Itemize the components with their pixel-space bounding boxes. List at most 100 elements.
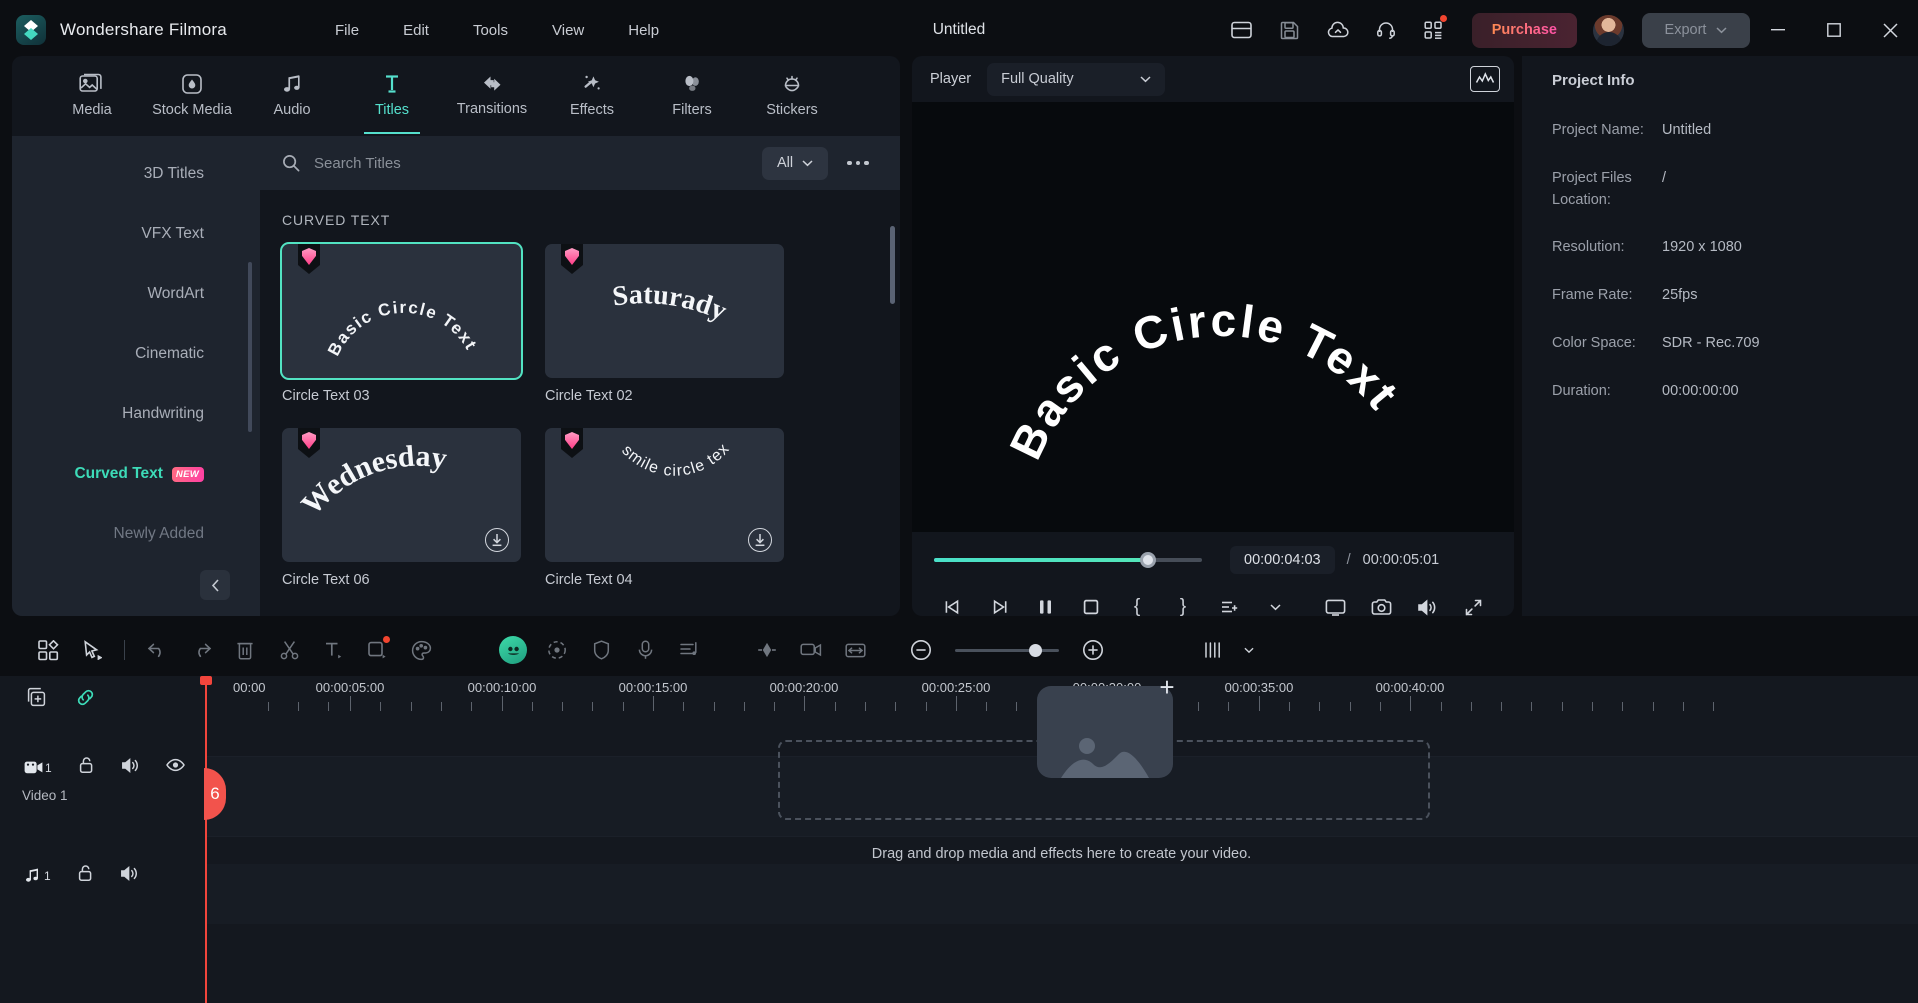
prev-frame-button[interactable] xyxy=(930,590,976,616)
search-input[interactable] xyxy=(314,155,762,172)
tab-stock-media[interactable]: Stock Media xyxy=(142,56,242,134)
voiceover-button[interactable] xyxy=(623,630,667,670)
template-card-circle-text-02[interactable]: Saturady Circle Text 02 xyxy=(545,244,784,404)
layout-icon[interactable] xyxy=(1218,8,1266,52)
apps-grid-icon[interactable] xyxy=(1410,8,1458,52)
template-thumbnail[interactable]: Basic Circle Text xyxy=(282,244,521,378)
mark-out-button[interactable]: } xyxy=(1160,590,1206,616)
avatar[interactable] xyxy=(1593,15,1624,46)
sidebar-item-vfx-text[interactable]: VFX Text xyxy=(12,204,260,264)
waveform-scope-icon[interactable] xyxy=(1470,66,1500,92)
titles-category-sidebar[interactable]: 3D Titles VFX Text WordArt Cinematic Han… xyxy=(12,136,260,616)
delete-button[interactable] xyxy=(223,630,267,670)
purchase-button[interactable]: Purchase xyxy=(1472,13,1577,48)
template-thumbnail[interactable]: Saturady xyxy=(545,244,784,378)
seek-knob[interactable] xyxy=(1140,552,1156,568)
color-match-button[interactable] xyxy=(399,630,443,670)
expand-button[interactable] xyxy=(1450,590,1496,616)
mute-icon[interactable] xyxy=(121,757,140,779)
layout-presets-button[interactable] xyxy=(26,630,70,670)
collapse-sidebar-button[interactable] xyxy=(200,570,230,600)
save-icon[interactable] xyxy=(1266,8,1314,52)
tab-audio[interactable]: Audio xyxy=(242,56,342,134)
stop-button[interactable] xyxy=(1068,590,1114,616)
filter-all-dropdown[interactable]: All xyxy=(762,147,828,180)
sidebar-scrollbar[interactable] xyxy=(248,262,252,432)
minimize-button[interactable] xyxy=(1750,0,1806,60)
add-marker-button[interactable] xyxy=(1206,590,1252,616)
sidebar-item-3d-titles[interactable]: 3D Titles xyxy=(12,144,260,204)
menu-item-file[interactable]: File xyxy=(313,16,381,45)
screen-record-button[interactable] xyxy=(789,630,833,670)
mute-icon[interactable] xyxy=(120,865,139,887)
template-card-circle-text-04[interactable]: smile circle text Circle Text 04 xyxy=(545,428,784,588)
add-track-icon[interactable] xyxy=(26,687,47,713)
zoom-knob[interactable] xyxy=(1029,644,1042,657)
menu-item-tools[interactable]: Tools xyxy=(451,16,530,45)
playhead-handle[interactable] xyxy=(200,676,212,685)
fullscreen-display-button[interactable] xyxy=(1312,590,1358,616)
sidebar-item-handwriting[interactable]: Handwriting xyxy=(12,384,260,444)
template-thumbnail[interactable]: smile circle text xyxy=(545,428,784,562)
redo-button[interactable] xyxy=(179,630,223,670)
marker-dropdown-button[interactable] xyxy=(1252,590,1298,616)
current-timecode[interactable]: 00:00:04:03 xyxy=(1230,546,1335,574)
mark-in-button[interactable]: { xyxy=(1114,590,1160,616)
grid-scrollbar[interactable] xyxy=(890,226,895,304)
crop-button[interactable] xyxy=(355,630,399,670)
undo-button[interactable] xyxy=(135,630,179,670)
playhead[interactable]: 6 xyxy=(205,676,207,1003)
next-frame-button[interactable] xyxy=(976,590,1022,616)
auto-beat-sync-button[interactable] xyxy=(667,630,711,670)
download-icon[interactable] xyxy=(485,528,509,552)
menu-item-view[interactable]: View xyxy=(530,16,606,45)
sidebar-item-wordart[interactable]: WordArt xyxy=(12,264,260,324)
preview-stage[interactable]: Basic Circle Text xyxy=(912,102,1514,532)
template-thumbnail[interactable]: Wednesday xyxy=(282,428,521,562)
quality-dropdown[interactable]: Full Quality xyxy=(987,63,1165,96)
render-preview-button[interactable] xyxy=(1193,630,1237,670)
cloud-upload-icon[interactable] xyxy=(1314,8,1362,52)
pause-button[interactable] xyxy=(1022,590,1068,616)
tab-filters[interactable]: Filters xyxy=(642,56,742,134)
menu-item-help[interactable]: Help xyxy=(606,16,681,45)
text-tool-button[interactable] xyxy=(311,630,355,670)
render-dropdown-button[interactable] xyxy=(1237,630,1261,670)
mask-button[interactable] xyxy=(579,630,623,670)
lock-icon[interactable] xyxy=(78,756,95,779)
more-options-button[interactable] xyxy=(838,147,878,180)
select-tool-button[interactable] xyxy=(70,630,114,670)
sidebar-item-cinematic[interactable]: Cinematic xyxy=(12,324,260,384)
fit-timeline-button[interactable] xyxy=(833,630,877,670)
link-clips-icon[interactable] xyxy=(75,687,96,713)
audio-track-lane[interactable] xyxy=(205,864,1918,924)
tab-transitions[interactable]: Transitions xyxy=(442,56,542,134)
zoom-out-button[interactable] xyxy=(899,630,943,670)
seek-slider[interactable] xyxy=(934,558,1202,562)
dropzone-plus-icon[interactable]: + xyxy=(1155,676,1179,700)
split-button[interactable] xyxy=(267,630,311,670)
ai-tools-button[interactable] xyxy=(491,630,535,670)
timeline-tracks-area[interactable]: + Drag and drop media and effects here t… xyxy=(205,724,1918,1003)
export-button[interactable]: Export xyxy=(1642,13,1750,48)
template-card-circle-text-03[interactable]: Basic Circle Text Circle Text 03 xyxy=(282,244,521,404)
template-card-circle-text-06[interactable]: Wednesday Circle Text 06 xyxy=(282,428,521,588)
motion-tracking-button[interactable] xyxy=(535,630,579,670)
tab-titles[interactable]: Titles xyxy=(342,56,442,134)
lock-icon[interactable] xyxy=(77,864,94,887)
sidebar-item-curved-text[interactable]: Curved Text NEW xyxy=(12,444,260,504)
menu-item-edit[interactable]: Edit xyxy=(381,16,451,45)
keyframe-button[interactable] xyxy=(745,630,789,670)
download-icon[interactable] xyxy=(748,528,772,552)
sidebar-item-newly-added[interactable]: Newly Added xyxy=(12,504,260,564)
zoom-in-button[interactable] xyxy=(1071,630,1115,670)
headset-support-icon[interactable] xyxy=(1362,8,1410,52)
tab-stickers[interactable]: Stickers xyxy=(742,56,842,134)
volume-button[interactable] xyxy=(1404,590,1450,616)
zoom-slider[interactable] xyxy=(955,649,1059,652)
tab-media[interactable]: Media xyxy=(42,56,142,134)
visibility-icon[interactable] xyxy=(166,758,185,777)
snapshot-button[interactable] xyxy=(1358,590,1404,616)
maximize-button[interactable] xyxy=(1806,0,1862,60)
tab-effects[interactable]: Effects xyxy=(542,56,642,134)
